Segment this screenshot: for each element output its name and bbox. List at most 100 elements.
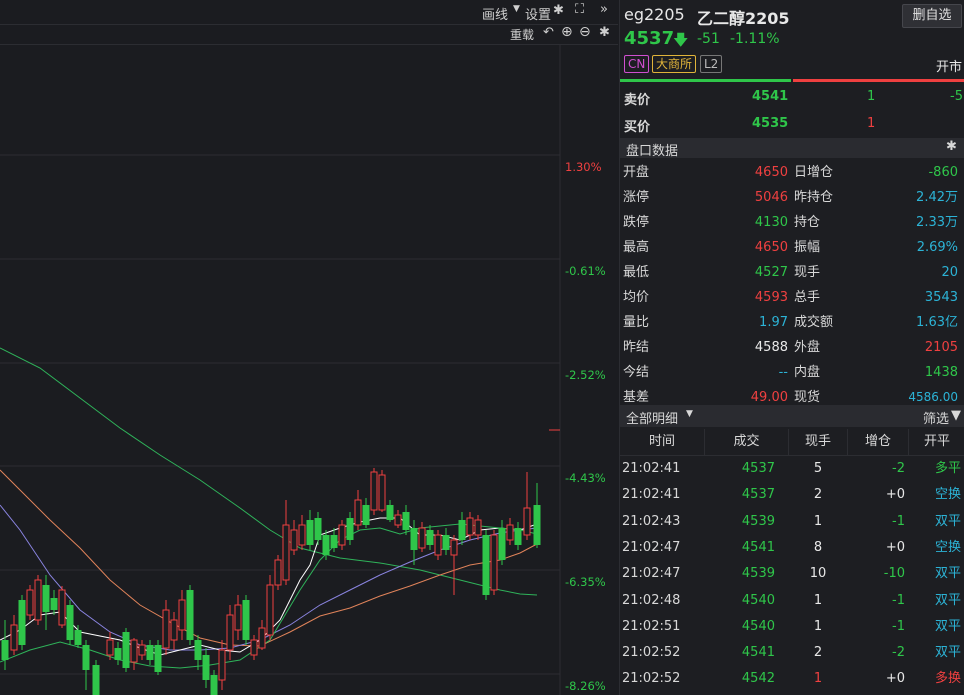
filter-icon[interactable]: ▼	[951, 408, 961, 423]
candle-body	[322, 535, 330, 555]
candle-body	[114, 648, 122, 660]
candle-body	[506, 524, 514, 541]
stat-label: 外盘	[794, 340, 821, 355]
candle-body	[274, 559, 282, 586]
stat-label: 今结	[623, 365, 650, 380]
trade-row[interactable]: 21:02:48 4540 1 -1 双平	[620, 588, 964, 614]
candle-body	[92, 665, 100, 695]
trade-oi: +0	[885, 671, 905, 687]
trade-vol: 2	[813, 645, 823, 661]
candle-body	[498, 528, 506, 560]
col-open-interest[interactable]: 增仓	[848, 429, 909, 455]
stats-settings-icon[interactable]: ✱	[946, 139, 957, 154]
stat-label: 内盘	[794, 365, 821, 380]
trade-price: 4537	[741, 487, 775, 503]
stat-label: 总手	[794, 290, 821, 305]
col-price[interactable]: 成交	[705, 429, 789, 455]
stat-label: 均价	[623, 290, 650, 305]
candle-body	[258, 627, 266, 649]
candle-body	[130, 639, 138, 663]
candle-body	[210, 675, 218, 695]
stat-value: 4130	[754, 215, 788, 230]
stat-value: 4527	[754, 265, 788, 280]
col-type[interactable]: 开平	[909, 429, 964, 455]
trade-time: 21:02:51	[622, 618, 681, 634]
trade-type: 空换	[934, 539, 961, 555]
candlestick-chart[interactable]: 画线 ▼ 设置 ✱ ⛶ » 重载 ↶ ⊕ ⊖ ✱ 1.30% -0.61% -2.5…	[0, 0, 618, 695]
trade-vol: 8	[813, 539, 823, 555]
stats-header: 盘口数据 ✱	[620, 138, 964, 159]
trade-price: 4540	[741, 618, 775, 634]
symbol-code: eg2205	[624, 5, 685, 24]
trade-oi: +0	[885, 539, 905, 555]
trade-price: 4541	[741, 539, 775, 555]
ask-price[interactable]: 4541	[752, 89, 788, 104]
candle-body	[458, 520, 466, 540]
candle-body	[266, 584, 274, 636]
stat-value: 1438	[924, 365, 958, 380]
stat-value: 2.42万	[916, 190, 958, 205]
trade-type: 双平	[934, 618, 961, 634]
bid-price[interactable]: 4535	[752, 116, 788, 131]
detail-title[interactable]: 全部明细	[626, 408, 678, 427]
trade-time: 21:02:41	[622, 461, 681, 476]
trade-row[interactable]: 21:02:47 4541 8 +0 空换	[620, 535, 964, 561]
stat-label: 日增仓	[794, 165, 834, 180]
candle-body	[450, 539, 458, 556]
trade-row[interactable]: 21:02:41 4537 2 +0 空换	[620, 482, 964, 508]
trade-price: 4540	[741, 592, 775, 608]
symbol-name: 乙二醇2205	[697, 9, 790, 28]
trade-price: 4537	[741, 461, 775, 476]
trade-time: 21:02:47	[622, 539, 681, 555]
filter-button[interactable]: 筛选	[923, 408, 949, 427]
trade-row[interactable]: 21:02:52 4541 2 -2 双平	[620, 640, 964, 666]
trade-oi: -10	[883, 566, 905, 582]
candle-body	[10, 624, 18, 651]
trade-price: 4539	[741, 566, 775, 582]
moving-average-line	[0, 347, 538, 596]
trade-row[interactable]: 21:02:51 4540 1 -1 双平	[620, 614, 964, 640]
trades-list[interactable]: 21:02:41 4537 5 -2 多平 21:02:41 4537 2 +0 空换 21:02:…	[620, 456, 964, 695]
candle-body	[178, 599, 186, 631]
candle-body	[250, 639, 258, 656]
candle-body	[106, 639, 114, 656]
trade-type: 多换	[934, 671, 961, 687]
stat-label: 最高	[623, 240, 650, 255]
candle-body	[426, 530, 434, 545]
stat-value: --	[778, 365, 788, 380]
candle-body	[74, 630, 82, 645]
trade-price: 4542	[741, 671, 775, 687]
col-time[interactable]: 时间	[620, 429, 705, 455]
trades-column-header: 时间 成交 现手 增仓 开平	[620, 429, 964, 456]
stat-label: 现手	[794, 265, 821, 280]
axis-label: -2.52%	[565, 368, 606, 382]
stat-value: 3543	[924, 290, 958, 305]
quote-panel: eg2205 乙二醇2205 删自选 4537 🡇 -51 -1.11% CN …	[619, 0, 964, 695]
trade-vol: 10	[809, 566, 827, 582]
candle-body	[42, 585, 50, 612]
candle-body	[482, 535, 490, 595]
chart-canvas: 1.30% -0.61% -2.52% -4.43% -6.35% -8.26%	[0, 44, 606, 695]
candle-body	[402, 512, 410, 530]
candle-body	[170, 619, 178, 641]
ask-label: 卖价	[624, 93, 651, 108]
candle-body	[58, 589, 66, 626]
remove-watchlist-button[interactable]: 删自选	[902, 4, 962, 28]
candle-body	[290, 529, 298, 551]
candle-body	[354, 499, 362, 526]
candle-body	[34, 579, 42, 621]
trade-type: 双平	[934, 566, 961, 582]
stat-value: 1.63亿	[916, 315, 958, 330]
detail-dropdown-icon[interactable]: ▼	[686, 409, 693, 419]
candle-body	[533, 505, 541, 545]
candle-body	[314, 518, 322, 540]
trade-row[interactable]: 21:02:41 4537 5 -2 多平	[620, 456, 964, 482]
col-volume[interactable]: 现手	[789, 429, 848, 455]
trade-row[interactable]: 21:02:47 4539 10 -10 双平	[620, 561, 964, 587]
bid-label: 买价	[624, 120, 651, 135]
price-change: -51	[697, 31, 720, 47]
trade-vol: 1	[813, 618, 823, 634]
trade-row[interactable]: 21:02:43 4539 1 -1 双平	[620, 509, 964, 535]
trade-row[interactable]: 21:02:52 4542 1 +0 多换	[620, 666, 964, 692]
trade-vol: 2	[813, 487, 823, 503]
